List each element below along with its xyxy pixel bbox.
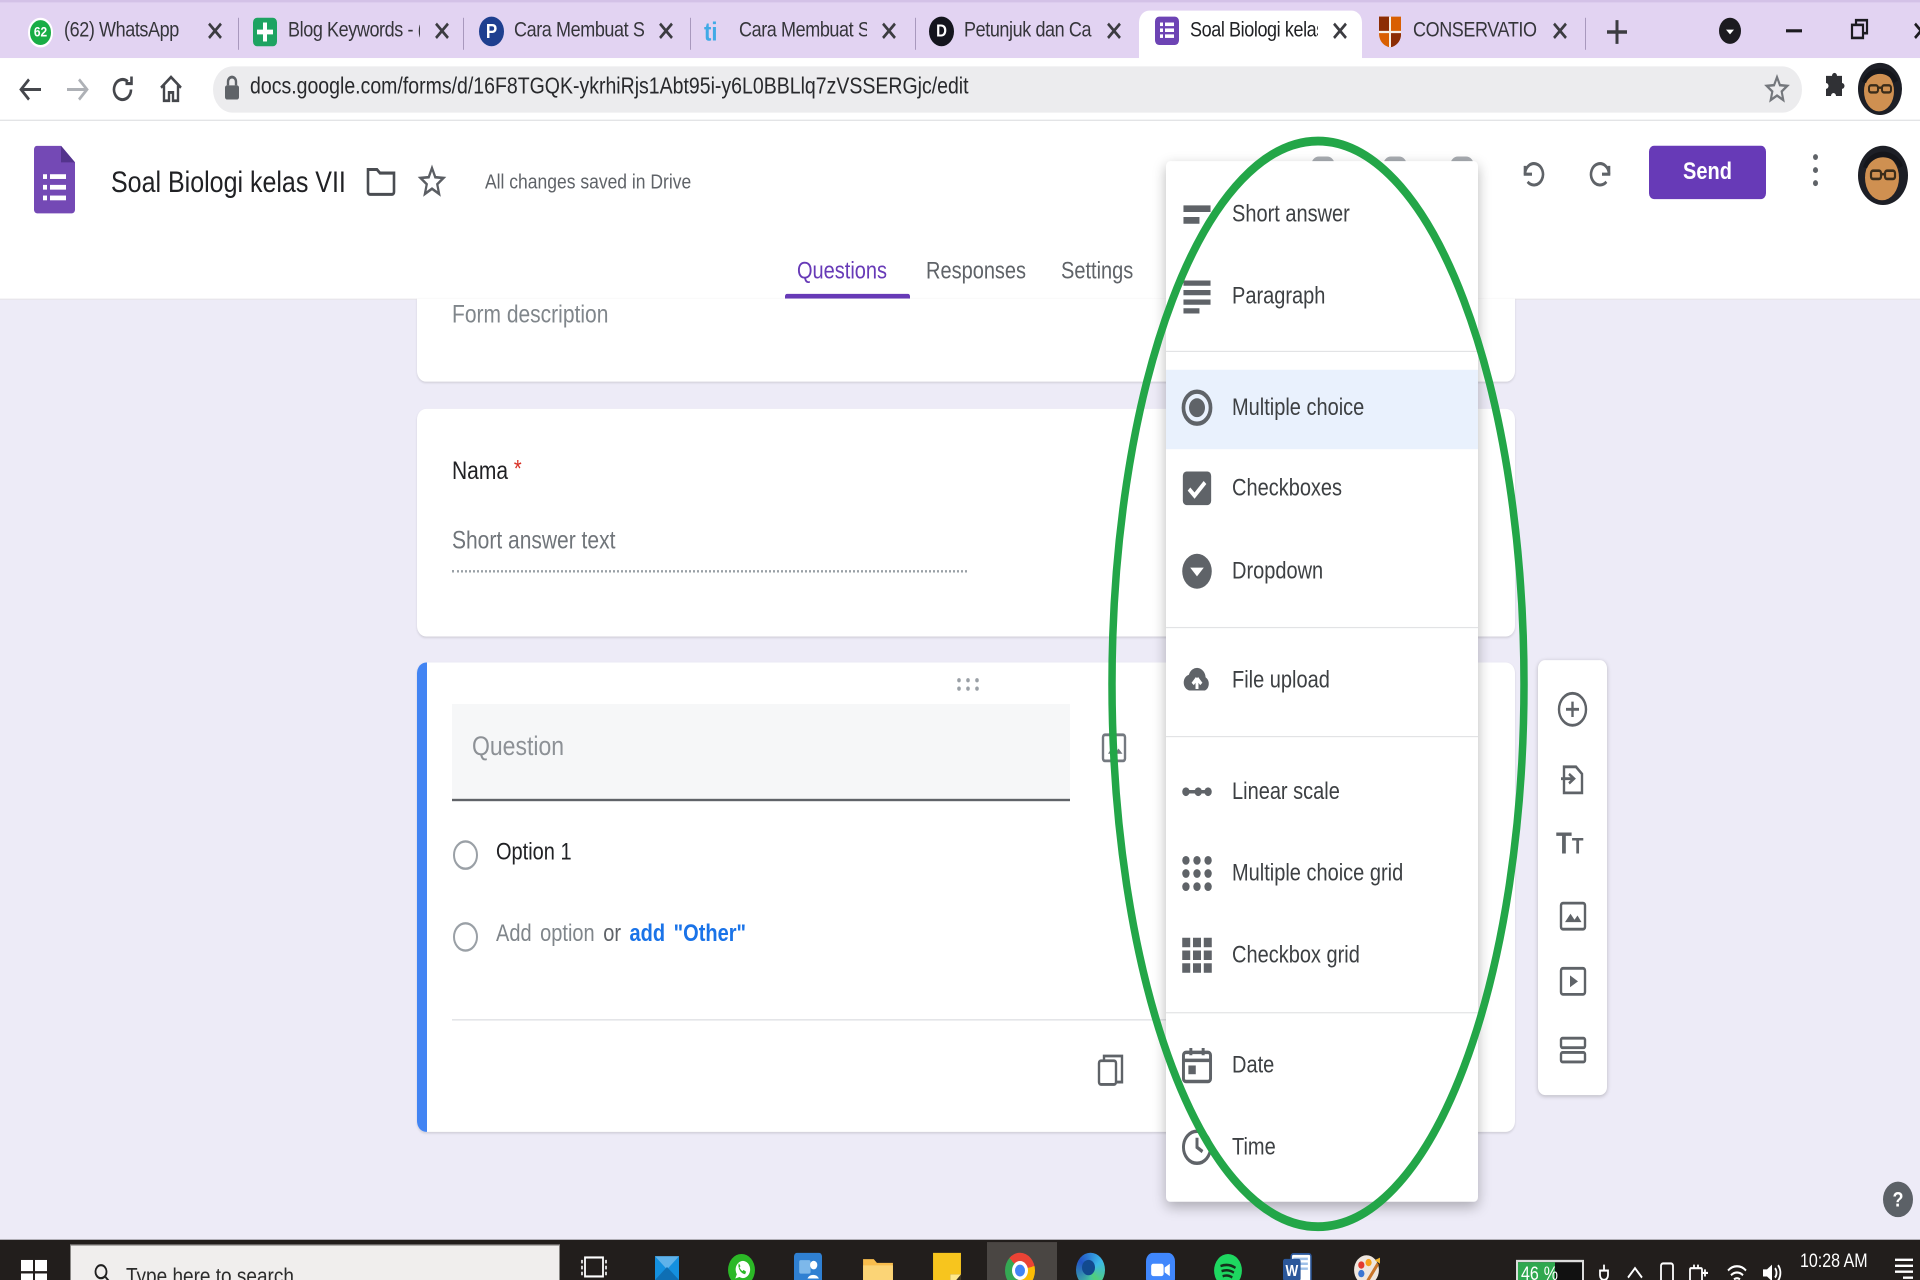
svg-text:W: W — [1285, 1263, 1298, 1280]
